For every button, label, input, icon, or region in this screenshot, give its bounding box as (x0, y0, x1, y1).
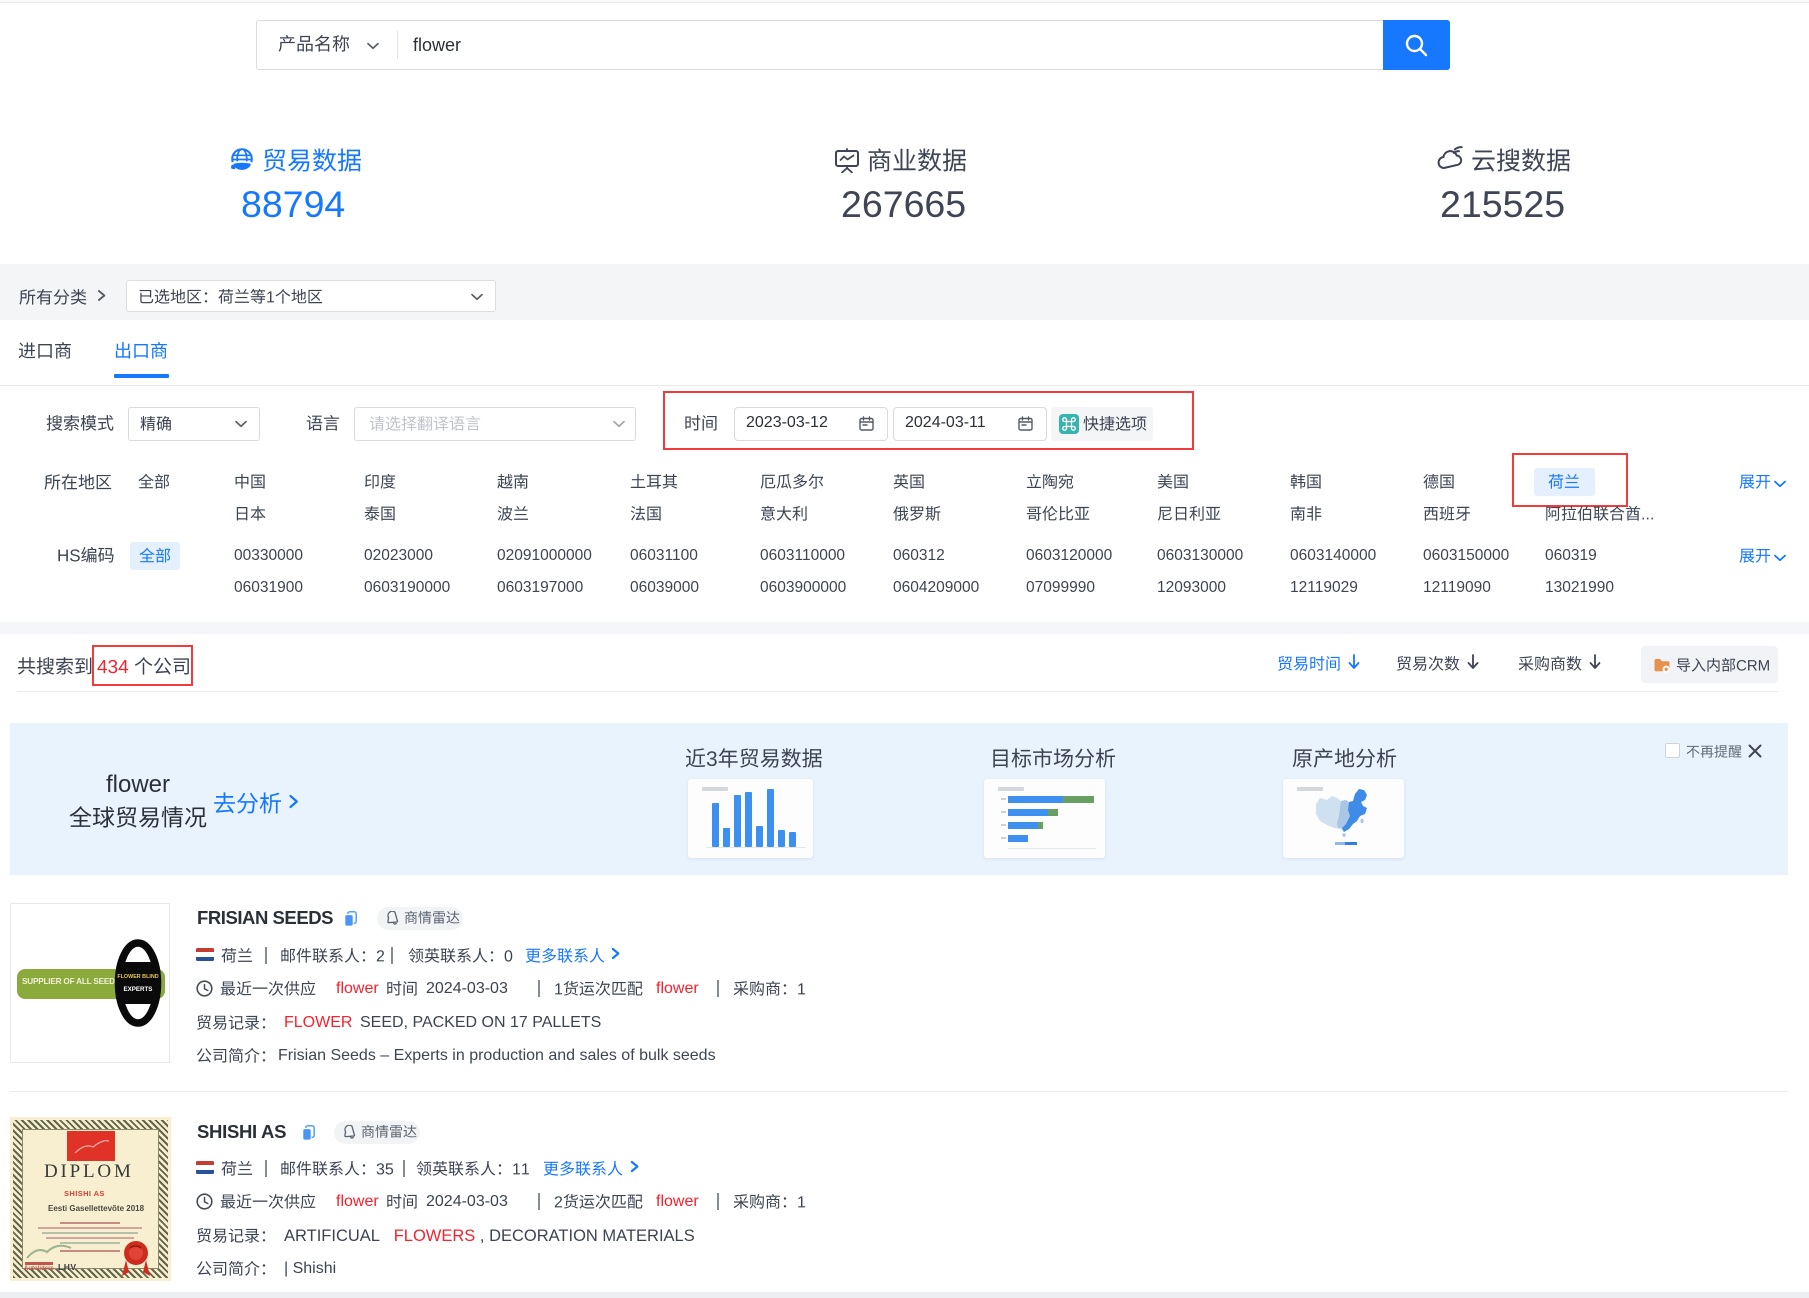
svg-text:FLOWER BLIND: FLOWER BLIND (117, 974, 158, 980)
svg-text:EXPERTS: EXPERTS (124, 986, 153, 993)
